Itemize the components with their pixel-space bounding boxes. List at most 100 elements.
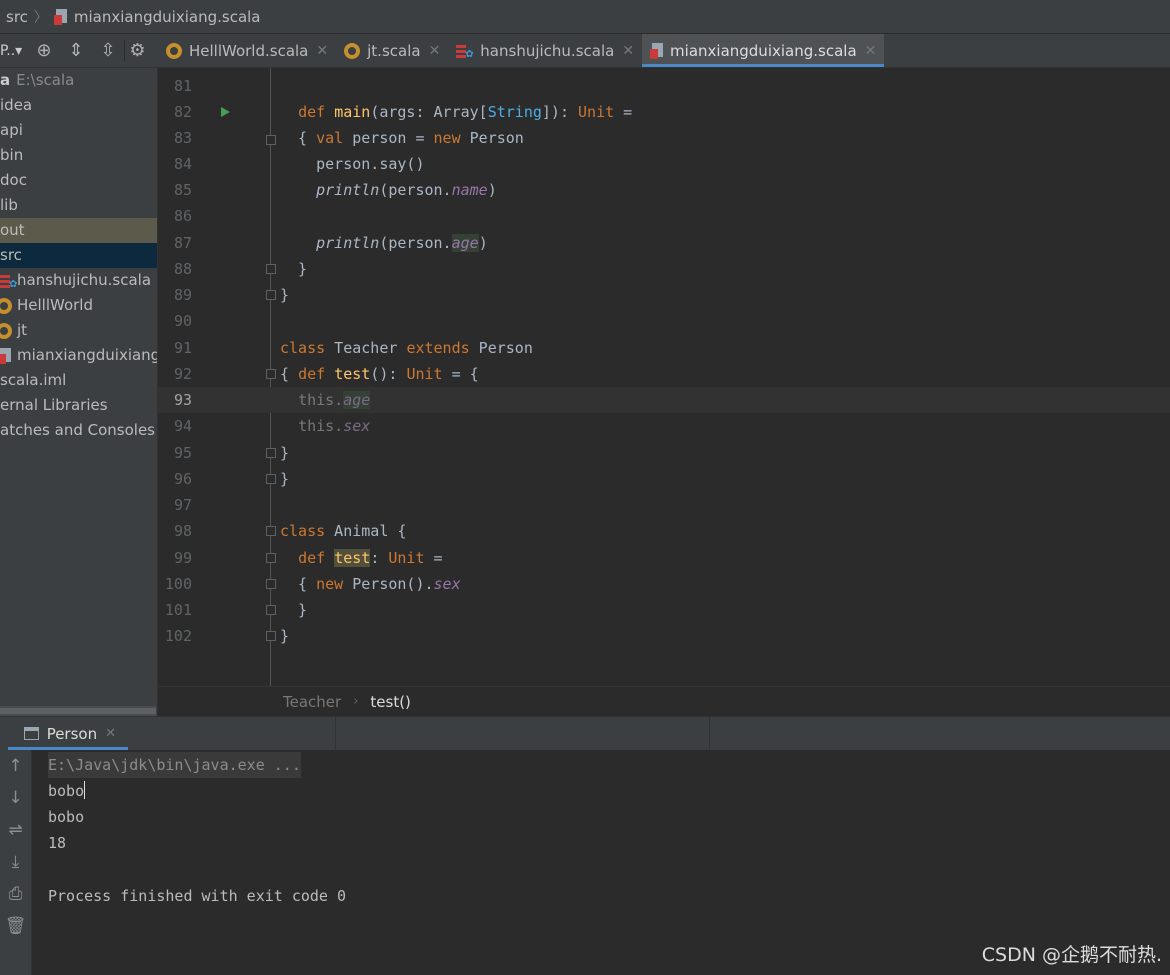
collapse-all-icon[interactable]: ⇳	[92, 40, 124, 61]
scroll-to-end-icon[interactable]: ⤓	[0, 846, 31, 878]
fold-marker-icon[interactable]	[266, 605, 276, 615]
line-number: 95	[173, 444, 192, 462]
tree-item-scratches[interactable]: atches and Consoles	[0, 418, 157, 443]
close-icon[interactable]: ✕	[105, 726, 116, 741]
breadcrumb-class[interactable]: Teacher	[283, 693, 341, 711]
text-caret	[84, 781, 86, 799]
tree-item-lib[interactable]: lib	[0, 193, 157, 218]
tree-item-idea[interactable]: idea	[0, 93, 157, 118]
code-editor[interactable]: 81 82 def main(args: Array[String]): Uni…	[158, 68, 1170, 686]
tree-item-label: HelllWorld	[17, 296, 93, 314]
code-text: }	[280, 286, 290, 304]
print-icon[interactable]: ⎙	[0, 878, 31, 910]
close-icon[interactable]: ✕	[865, 43, 877, 59]
fold-marker-icon[interactable]	[266, 264, 276, 274]
code-line[interactable]: 100 { new Person().sex	[158, 571, 1170, 597]
console-exit-line: Process finished with exit code 0	[48, 887, 347, 905]
run-icon[interactable]	[221, 107, 230, 117]
breadcrumb-method[interactable]: test()	[370, 693, 411, 711]
breadcrumb-src[interactable]: src	[0, 8, 28, 26]
fold-marker-icon[interactable]	[266, 290, 276, 300]
code-line[interactable]: 89}	[158, 282, 1170, 308]
breadcrumb-file[interactable]: mianxiangduixiang.scala	[74, 8, 261, 26]
tree-item-doc[interactable]: doc	[0, 168, 157, 193]
code-text: class Teacher extends Person	[280, 339, 533, 357]
tree-item-hellworld[interactable]: HelllWorld	[0, 293, 157, 318]
soft-wrap-icon[interactable]: ⇌	[0, 814, 31, 846]
code-line[interactable]: 87 println(person.age)	[158, 230, 1170, 256]
code-text: println(person.age)	[316, 234, 488, 252]
scala-worksheet-icon: ✿	[0, 273, 17, 289]
close-icon[interactable]: ✕	[429, 43, 441, 59]
code-line[interactable]: 98 class Animal {	[158, 518, 1170, 544]
expand-all-icon[interactable]: ⇕	[60, 40, 92, 61]
tab-mianxiangduixiang[interactable]: mianxiangduixiang.scala ✕	[642, 34, 885, 67]
code-line[interactable]: 99 def test: Unit =	[158, 545, 1170, 571]
code-text: }	[280, 601, 308, 619]
fold-marker-icon[interactable]	[266, 369, 276, 379]
code-line[interactable]: 97	[158, 492, 1170, 518]
tree-item-jt[interactable]: jt	[0, 318, 157, 343]
code-line[interactable]: 95}	[158, 440, 1170, 466]
tree-item-label: ernal Libraries	[0, 396, 108, 414]
fold-marker-icon[interactable]	[266, 135, 276, 145]
run-tab-person[interactable]: Person ✕	[0, 717, 128, 750]
line-number: 96	[173, 470, 192, 488]
project-view-dropdown[interactable]: P..▾	[0, 43, 28, 59]
scala-file-icon	[53, 8, 68, 25]
tree-item-scala-iml[interactable]: scala.iml	[0, 368, 157, 393]
close-icon[interactable]: ✕	[622, 43, 634, 59]
fold-marker-icon[interactable]	[266, 553, 276, 563]
fold-marker-icon[interactable]	[266, 526, 276, 536]
code-line[interactable]: 92 { def test(): Unit = {	[158, 361, 1170, 387]
tree-item-label: scala.iml	[0, 371, 67, 389]
code-line[interactable]: 82 def main(args: Array[String]): Unit =	[158, 99, 1170, 125]
close-icon[interactable]: ✕	[316, 43, 328, 59]
code-line[interactable]: 90	[158, 308, 1170, 334]
tree-item-mianxiangduixiang[interactable]: mianxiangduixiang	[0, 343, 157, 368]
code-line[interactable]: 101 }	[158, 597, 1170, 623]
tree-item-hanshujichu[interactable]: ✿ hanshujichu.scala	[0, 268, 157, 293]
line-number: 90	[173, 312, 192, 330]
scala-file-icon	[0, 347, 12, 364]
code-line[interactable]: 84 person.say()	[158, 151, 1170, 177]
console-command-line[interactable]: E:\Java\jdk\bin\java.exe ...	[48, 752, 301, 778]
tree-item-bin[interactable]: bin	[0, 143, 157, 168]
code-line[interactable]: 96}	[158, 466, 1170, 492]
code-line-current[interactable]: 93 this.age	[158, 387, 1170, 413]
code-line[interactable]: 94 this.sex	[158, 413, 1170, 439]
code-line[interactable]: 102}	[158, 623, 1170, 649]
gear-icon[interactable]: ⚙	[124, 40, 150, 61]
tree-item-src[interactable]: src	[0, 243, 157, 268]
code-text: { def test(): Unit = {	[280, 365, 479, 383]
fold-marker-icon[interactable]	[266, 579, 276, 589]
code-line[interactable]: 91 class Teacher extends Person	[158, 335, 1170, 361]
fold-marker-icon[interactable]	[266, 631, 276, 641]
tab-jt[interactable]: jt.scala ✕	[336, 34, 448, 67]
horizontal-scrollbar[interactable]	[0, 706, 156, 716]
tree-item-root[interactable]: a E:\scala	[0, 68, 157, 93]
tree-item-out[interactable]: out	[0, 218, 157, 243]
trash-icon[interactable]: 🗑	[0, 910, 31, 942]
fold-marker-icon[interactable]	[266, 448, 276, 458]
locate-file-icon[interactable]: ⊕	[28, 40, 60, 61]
code-line[interactable]: 81	[158, 73, 1170, 99]
breadcrumb-separator-icon: 〉	[33, 9, 48, 26]
line-number: 97	[173, 496, 192, 514]
arrow-up-icon[interactable]: ↑	[0, 750, 31, 782]
code-text: { new Person().sex	[280, 575, 461, 593]
code-line[interactable]: 86	[158, 203, 1170, 229]
code-text: }	[280, 260, 308, 278]
tab-hellworld[interactable]: HelllWorld.scala ✕	[158, 34, 336, 67]
console-text: bobo	[48, 782, 85, 800]
tab-hanshujichu[interactable]: ✿ hanshujichu.scala ✕	[448, 34, 642, 67]
tree-item-external-libraries[interactable]: ernal Libraries	[0, 393, 157, 418]
code-text: }	[280, 444, 290, 462]
code-line[interactable]: 83 { val person = new Person	[158, 125, 1170, 151]
code-line[interactable]: 85 println(person.name)	[158, 177, 1170, 203]
code-text: { val person = new Person	[280, 129, 524, 147]
arrow-down-icon[interactable]: ↓	[0, 782, 31, 814]
code-line[interactable]: 88 }	[158, 256, 1170, 282]
fold-marker-icon[interactable]	[266, 474, 276, 484]
tree-item-api[interactable]: api	[0, 118, 157, 143]
